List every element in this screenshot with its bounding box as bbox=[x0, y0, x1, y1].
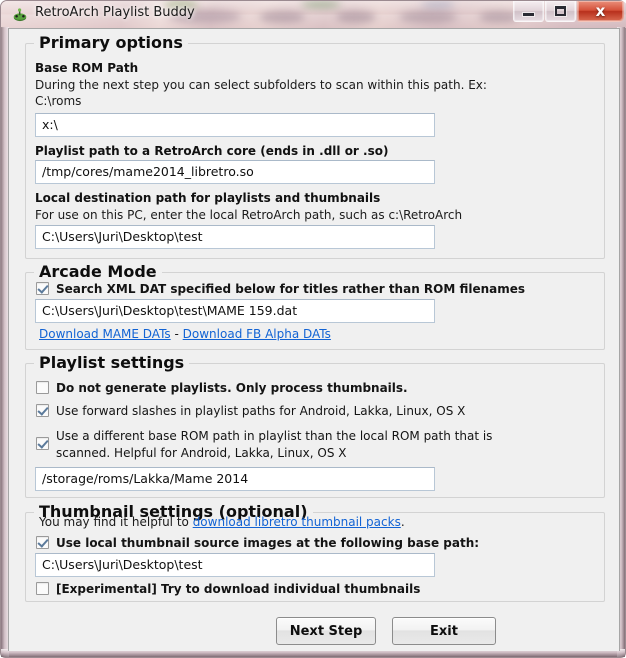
desktop-blur-artifact bbox=[421, 1, 455, 8]
no-playlists-checkbox-row[interactable]: Do not generate playlists. Only process … bbox=[36, 381, 408, 395]
next-step-button[interactable]: Next Step bbox=[276, 617, 376, 645]
client-area: Primary options Base ROM Path During the… bbox=[8, 28, 620, 651]
dat-download-links: Download MAME DATs - Download FB Alpha D… bbox=[39, 327, 331, 341]
experimental-download-checkbox-row[interactable]: [Experimental] Try to download individua… bbox=[36, 582, 420, 596]
thumbnail-hint-suffix: . bbox=[400, 515, 405, 529]
base-rom-path-label: Base ROM Path bbox=[35, 61, 139, 75]
window-title: RetroArch Playlist Buddy bbox=[35, 5, 195, 20]
link-separator: - bbox=[170, 327, 183, 341]
search-xml-dat-label: Search XML DAT specified below for title… bbox=[56, 282, 526, 296]
desktop-blur-artifact bbox=[301, 1, 341, 8]
desktop-blur-artifact bbox=[399, 11, 457, 23]
primary-options-title: Primary options bbox=[34, 33, 188, 52]
xml-dat-path-input[interactable]: C:\Users\Juri\Desktop\test\MAME 159.dat bbox=[35, 299, 435, 323]
search-xml-dat-checkbox[interactable] bbox=[36, 282, 49, 295]
experimental-download-checkbox[interactable] bbox=[36, 582, 49, 595]
destination-path-label: Local destination path for playlists and… bbox=[35, 191, 381, 205]
minimize-icon bbox=[523, 12, 534, 16]
maximize-icon bbox=[555, 6, 566, 16]
desktop-blur-artifact bbox=[336, 11, 376, 23]
different-base-rom-checkbox-row[interactable]: Use a different base ROM path in playlis… bbox=[36, 428, 492, 462]
base-rom-path-input[interactable]: x:\ bbox=[35, 113, 435, 137]
no-playlists-checkbox[interactable] bbox=[36, 381, 49, 394]
close-icon: x bbox=[595, 1, 606, 20]
alternate-base-rom-path-input[interactable]: /storage/roms/Lakka/Mame 2014 bbox=[35, 467, 435, 491]
different-base-rom-checkbox[interactable] bbox=[36, 437, 49, 450]
local-thumbnail-source-checkbox-row[interactable]: Use local thumbnail source images at the… bbox=[36, 536, 479, 550]
search-xml-dat-checkbox-row[interactable]: Search XML DAT specified below for title… bbox=[36, 282, 525, 296]
title-bar[interactable]: RetroArch Playlist Buddy x bbox=[1, 1, 626, 28]
experimental-download-label: [Experimental] Try to download individua… bbox=[56, 582, 421, 596]
maximize-button[interactable] bbox=[545, 1, 576, 22]
local-thumbnail-source-label: Use local thumbnail source images at the… bbox=[56, 536, 480, 550]
playlist-settings-title: Playlist settings bbox=[34, 353, 190, 372]
destination-path-hint: For use on this PC, enter the local Retr… bbox=[35, 208, 463, 222]
different-base-rom-label-line2: scanned. Helpful for Android, Lakka, Lin… bbox=[56, 446, 347, 460]
forward-slashes-checkbox-row[interactable]: Use forward slashes in playlist paths fo… bbox=[36, 404, 465, 418]
thumbnail-hint-row: You may find it helpful to download libr… bbox=[39, 515, 405, 529]
download-mame-dats-link[interactable]: Download MAME DATs bbox=[39, 327, 171, 341]
desktop-blur-artifact bbox=[259, 11, 305, 23]
forward-slashes-checkbox[interactable] bbox=[36, 404, 49, 417]
window-controls: x bbox=[512, 1, 624, 22]
core-path-input[interactable]: /tmp/cores/mame2014_libretro.so bbox=[35, 160, 435, 184]
minimize-button[interactable] bbox=[513, 1, 544, 22]
app-icon bbox=[13, 8, 27, 22]
different-base-rom-label-block: Use a different base ROM path in playlis… bbox=[56, 428, 492, 462]
application-window: RetroArch Playlist Buddy x Primary optio… bbox=[0, 0, 626, 658]
base-rom-path-hint: During the next step you can select subf… bbox=[35, 78, 487, 92]
no-playlists-label: Do not generate playlists. Only process … bbox=[56, 381, 408, 395]
close-button[interactable]: x bbox=[577, 1, 624, 22]
base-rom-path-hint-example: C:\roms bbox=[35, 94, 82, 108]
download-fb-alpha-dats-link[interactable]: Download FB Alpha DATs bbox=[183, 327, 331, 341]
different-base-rom-label-line1: Use a different base ROM path in playlis… bbox=[56, 429, 493, 443]
arcade-mode-title: Arcade Mode bbox=[34, 262, 162, 281]
core-path-label: Playlist path to a RetroArch core (ends … bbox=[35, 144, 389, 158]
thumbnail-base-path-input[interactable]: C:\Users\Juri\Desktop\test bbox=[35, 553, 435, 577]
local-thumbnail-source-checkbox[interactable] bbox=[36, 536, 49, 549]
exit-button[interactable]: Exit bbox=[392, 617, 496, 645]
thumbnail-hint-prefix: You may find it helpful to bbox=[39, 515, 193, 529]
destination-path-input[interactable]: C:\Users\Juri\Desktop\test bbox=[35, 225, 435, 249]
download-thumbnail-packs-link[interactable]: download libretro thumbnail packs bbox=[193, 515, 401, 529]
forward-slashes-label: Use forward slashes in playlist paths fo… bbox=[56, 404, 466, 418]
